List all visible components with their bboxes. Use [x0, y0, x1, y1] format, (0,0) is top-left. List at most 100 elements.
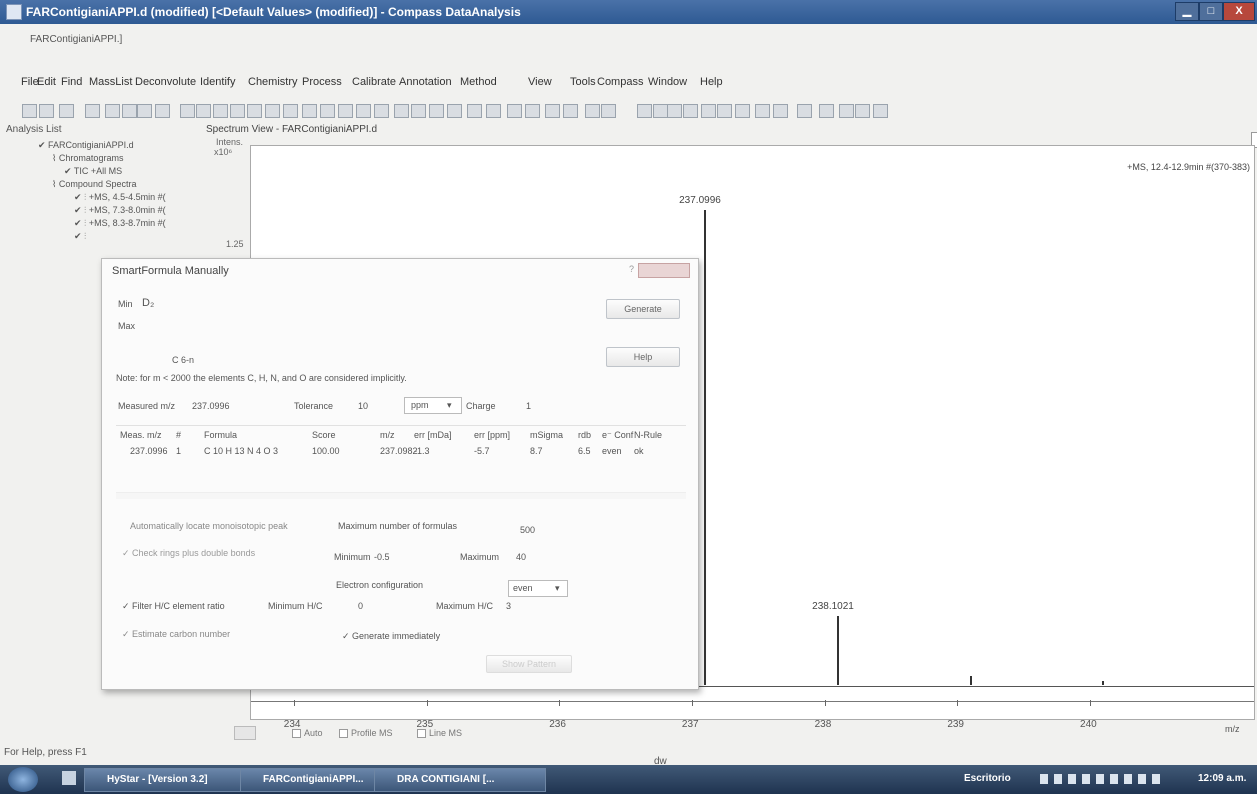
- menu-item-compass[interactable]: Compass: [597, 76, 643, 88]
- spectrum-item[interactable]: ✔ ⫶ +MS, 8.3-8.7min #(: [74, 218, 166, 229]
- menu-item-method[interactable]: Method: [460, 76, 497, 88]
- taskbar-item-dra[interactable]: DRA CONTIGIANI [...: [374, 768, 546, 792]
- measured-mz-input[interactable]: 237.0996: [192, 401, 230, 411]
- charge-input[interactable]: 1: [526, 401, 531, 411]
- toolbar-tool-icon[interactable]: [394, 104, 409, 118]
- toolbar-tool-icon[interactable]: [22, 104, 37, 118]
- toolbar-tool-icon[interactable]: [667, 104, 682, 118]
- taskbar-item-compass[interactable]: FARContigianiAPPI...: [240, 768, 376, 792]
- table-column-header[interactable]: err [mDa]: [414, 430, 452, 440]
- table-column-header[interactable]: err [ppm]: [474, 430, 510, 440]
- toolbar-tool-icon[interactable]: [735, 104, 750, 118]
- table-column-header[interactable]: Score: [312, 430, 336, 440]
- menu-item-help[interactable]: Help: [700, 76, 723, 88]
- toolbar-tool-icon[interactable]: [563, 104, 578, 118]
- analysis-item[interactable]: ✔ FARContigianiAPPI.d: [38, 140, 134, 151]
- tolerance-input[interactable]: 10: [358, 401, 368, 411]
- max-formulas-input[interactable]: 500: [520, 525, 535, 535]
- toolbar-tool-icon[interactable]: [411, 104, 426, 118]
- help-button[interactable]: Help: [606, 347, 680, 367]
- toolbar-tool-icon[interactable]: [320, 104, 335, 118]
- spectrum-item[interactable]: ✔ ⫶ +MS, 7.3-8.0min #(: [74, 205, 166, 216]
- estimate-carbon-checkbox[interactable]: ✓ Estimate carbon number: [122, 629, 230, 640]
- toolbar-tool-icon[interactable]: [137, 104, 152, 118]
- toolbar-tool-icon[interactable]: [180, 104, 195, 118]
- toolbar-tool-icon[interactable]: [637, 104, 652, 118]
- toolbar-tool-icon[interactable]: [338, 104, 353, 118]
- taskbar-item-hystar[interactable]: HyStar - [Version 3.2]: [84, 768, 244, 792]
- toolbar-tool-icon[interactable]: [213, 104, 228, 118]
- toolbar-tool-icon[interactable]: [302, 104, 317, 118]
- toolbar-tool-icon[interactable]: [486, 104, 501, 118]
- menu-item-annotation[interactable]: Annotation: [399, 76, 452, 88]
- spectrum-item[interactable]: ✔ ⫶ +MS, 4.5-4.5min #(: [74, 192, 166, 203]
- menu-item-deconvolute[interactable]: Deconvolute: [135, 76, 196, 88]
- minimize-button[interactable]: ▁: [1175, 2, 1199, 21]
- toolbar-tool-icon[interactable]: [653, 104, 668, 118]
- menu-item-view[interactable]: View: [528, 76, 552, 88]
- document-tab[interactable]: FARContigianiAPPI.]: [30, 34, 122, 45]
- min-hc-input[interactable]: 0: [358, 601, 363, 611]
- tic-item[interactable]: ✔ TIC +All MS: [64, 166, 122, 177]
- table-column-header[interactable]: Meas. m/z: [120, 430, 162, 440]
- close-button[interactable]: X: [1223, 2, 1255, 21]
- spectrum-peak[interactable]: [969, 676, 972, 685]
- toolbar-tool-icon[interactable]: [683, 104, 698, 118]
- start-button[interactable]: [8, 767, 38, 792]
- toolbar-tool-icon[interactable]: [447, 104, 462, 118]
- toolbar-tool-icon[interactable]: [773, 104, 788, 118]
- maximum-input[interactable]: 40: [516, 552, 526, 562]
- auto-checkbox[interactable]: [292, 729, 301, 738]
- chromatograms-node[interactable]: ⌇ Chromatograms: [52, 153, 123, 164]
- toolbar-tool-icon[interactable]: [283, 104, 298, 118]
- spectrum-peak[interactable]: [704, 210, 707, 685]
- toolbar-tool-icon[interactable]: [545, 104, 560, 118]
- toolbar-tool-icon[interactable]: [819, 104, 834, 118]
- maximize-button[interactable]: □: [1199, 2, 1223, 21]
- toolbar-tool-icon[interactable]: [755, 104, 770, 118]
- tolerance-unit-select[interactable]: ppm ▾: [404, 397, 462, 414]
- table-column-header[interactable]: N-Rule: [634, 430, 662, 440]
- toolbar-tool-icon[interactable]: [507, 104, 522, 118]
- show-pattern-button[interactable]: Show Pattern: [486, 655, 572, 673]
- profile-ms-checkbox[interactable]: [339, 729, 348, 738]
- toolbar-tool-icon[interactable]: [105, 104, 120, 118]
- line-ms-checkbox[interactable]: [417, 729, 426, 738]
- generate-immediately-checkbox[interactable]: ✓ Generate immediately: [342, 631, 440, 642]
- toolbar-tool-icon[interactable]: [429, 104, 444, 118]
- menu-item-identify[interactable]: Identify: [200, 76, 235, 88]
- menu-item-edit[interactable]: Edit: [37, 76, 56, 88]
- spectrum-peak[interactable]: [837, 616, 840, 685]
- toolbar-tool-icon[interactable]: [356, 104, 371, 118]
- toolbar-tool-icon[interactable]: [155, 104, 170, 118]
- toolbar-tool-icon[interactable]: [196, 104, 211, 118]
- table-column-header[interactable]: m/z: [380, 430, 395, 440]
- table-column-header[interactable]: rdb: [578, 430, 591, 440]
- spectrum-item[interactable]: ✔ ⫶: [74, 231, 86, 242]
- toolbar-tool-icon[interactable]: [855, 104, 870, 118]
- toolbar-tool-icon[interactable]: [585, 104, 600, 118]
- table-column-header[interactable]: Formula: [204, 430, 237, 440]
- toolbar-tool-icon[interactable]: [39, 104, 54, 118]
- zoom-button[interactable]: [234, 726, 256, 740]
- toolbar-tool-icon[interactable]: [230, 104, 245, 118]
- dialog-close-button[interactable]: [638, 263, 690, 278]
- compound-spectra-node[interactable]: ⌇ Compound Spectra: [52, 179, 136, 190]
- minimum-input[interactable]: -0.5: [374, 552, 390, 562]
- tray-icons[interactable]: [1040, 774, 1160, 784]
- menu-item-masslist[interactable]: MassList: [89, 76, 132, 88]
- toolbar-tool-icon[interactable]: [839, 104, 854, 118]
- menu-item-tools[interactable]: Tools: [570, 76, 596, 88]
- toolbar-tool-icon[interactable]: [701, 104, 716, 118]
- min-formula-input[interactable]: D₂: [142, 297, 154, 309]
- dialog-help-icon[interactable]: ?: [629, 264, 634, 274]
- check-rings-checkbox[interactable]: ✓ Check rings plus double bonds: [122, 548, 255, 559]
- table-column-header[interactable]: mSigma: [530, 430, 563, 440]
- toolbar-tool-icon[interactable]: [467, 104, 482, 118]
- menu-item-find[interactable]: Find: [61, 76, 82, 88]
- electron-config-select[interactable]: even ▾: [508, 580, 568, 597]
- toolbar-tool-icon[interactable]: [873, 104, 888, 118]
- toolbar-tool-icon[interactable]: [717, 104, 732, 118]
- desktop-toolbar-label[interactable]: Escritorio: [964, 773, 1011, 784]
- spectrum-peak[interactable]: [1102, 680, 1105, 685]
